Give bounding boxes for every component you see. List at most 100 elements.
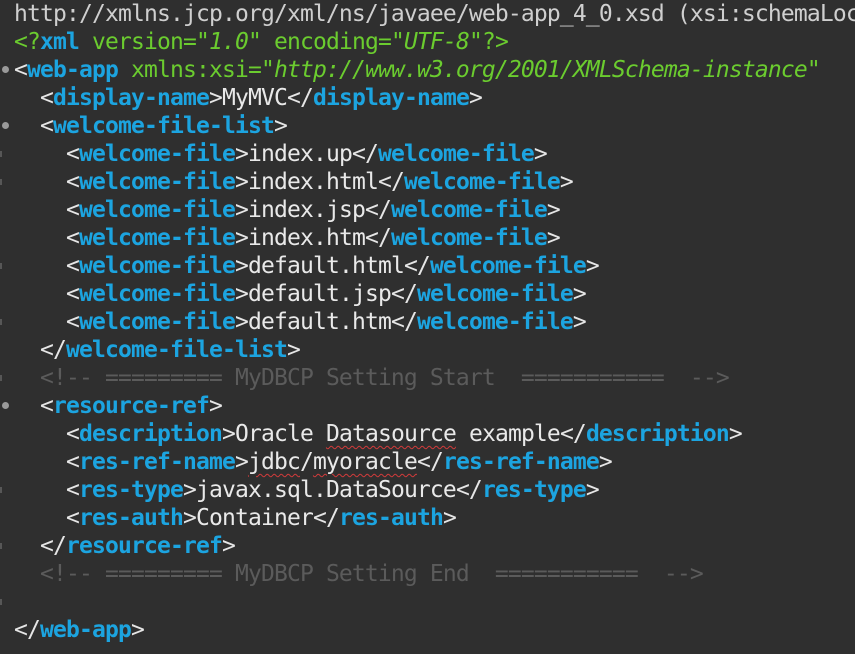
tag-bracket: > <box>533 141 548 167</box>
element-text: Container <box>195 505 314 531</box>
tag-bracket: > <box>182 505 197 531</box>
code-line[interactable]: <welcome-file>index.up</welcome-file> <box>14 140 548 168</box>
closing-tag-name: welcome-file-list <box>66 337 288 363</box>
code-line[interactable]: <welcome-file>default.jsp</welcome-file> <box>14 280 587 308</box>
tag-name: res-auth <box>79 505 184 531</box>
xml-decl-name: xml <box>40 29 80 55</box>
tag-bracket: > <box>234 309 249 335</box>
closing-tag-name: welcome-file <box>377 141 535 167</box>
code-line[interactable]: </resource-ref> <box>14 532 236 560</box>
tag-bracket: > <box>559 169 574 195</box>
element-text: index.html <box>247 169 379 195</box>
tag-bracket: < <box>66 253 80 279</box>
tag-bracket: </ <box>40 337 67 363</box>
code-line[interactable]: <web-app xmlns:xsi="http://www.w3.org/20… <box>14 56 821 84</box>
tag-bracket: </ <box>312 505 340 531</box>
tag-bracket: </ <box>286 85 314 111</box>
tag-bracket: > <box>234 225 249 251</box>
gutter-marker-icon <box>0 375 2 381</box>
code-line[interactable]: <?xml version="1.0" encoding="UTF-8"?> <box>14 28 509 56</box>
gutter-marker-icon <box>0 151 2 157</box>
element-text: index.htm <box>247 225 366 251</box>
tag-name: res-type <box>79 477 184 503</box>
code-line[interactable]: <welcome-file>default.htm</welcome-file> <box>14 308 587 336</box>
tag-bracket: > <box>221 421 236 447</box>
tag-bracket: </ <box>416 449 444 475</box>
closing-tag-name: welcome-file <box>403 169 561 195</box>
tag-bracket: </ <box>403 253 431 279</box>
code-line[interactable]: <resource-ref> <box>14 392 223 420</box>
tag-bracket: </ <box>390 309 418 335</box>
closing-tag-name: res-type <box>481 477 587 503</box>
tag-bracket: > <box>286 337 301 363</box>
gutter-marker-icon <box>0 599 2 605</box>
code-line[interactable]: <welcome-file>default.html</welcome-file… <box>14 252 600 280</box>
code-line[interactable]: <welcome-file-list> <box>14 112 288 140</box>
closing-tag-name: res-auth <box>338 505 444 531</box>
code-line[interactable]: <welcome-file>index.jsp</welcome-file> <box>14 196 561 224</box>
fold-toggle-icon[interactable] <box>2 122 9 129</box>
code-line[interactable]: <welcome-file>index.html</welcome-file> <box>14 168 574 196</box>
attribute-value: "UTF-8" <box>390 29 483 55</box>
code-line[interactable]: </welcome-file-list> <box>14 336 301 364</box>
closing-tag-name: display-name <box>312 85 470 111</box>
element-text: index.up <box>247 141 353 167</box>
code-line[interactable]: http://xmlns.jcp.org/xml/ns/javaee/web-a… <box>14 0 855 28</box>
tag-bracket: > <box>585 477 600 503</box>
tag-name: welcome-file-list <box>53 113 275 139</box>
tag-bracket: < <box>66 225 80 251</box>
tag-name: welcome-file <box>79 281 236 307</box>
code-line[interactable]: <display-name>MyMVC</display-name> <box>14 84 483 112</box>
tag-bracket: < <box>66 477 80 503</box>
tag-bracket: < <box>14 57 28 83</box>
tag-bracket: > <box>221 533 236 559</box>
fold-toggle-icon[interactable] <box>2 402 9 409</box>
tag-bracket: > <box>234 449 249 475</box>
xml-comment: <!-- ========= MyDBCP Setting End ======… <box>40 561 704 587</box>
tag-name: resource-ref <box>53 393 210 419</box>
tag-bracket: > <box>234 281 249 307</box>
tag-bracket: </ <box>14 617 41 643</box>
code-line[interactable]: <welcome-file>index.htm</welcome-file> <box>14 224 561 252</box>
element-text: index.jsp <box>247 197 366 223</box>
xml-comment: <!-- ========= MyDBCP Setting Start ====… <box>40 365 730 391</box>
attribute-name: xmlns:xsi= <box>130 57 262 83</box>
tag-bracket: > <box>572 281 587 307</box>
tag-bracket: < <box>66 169 80 195</box>
schema-location-hint: http://xmlns.jcp.org/xml/ns/javaee/web-a… <box>14 1 855 27</box>
tag-bracket: > <box>208 393 223 419</box>
tag-bracket: < <box>66 197 80 223</box>
closing-tag-name: welcome-file <box>390 225 548 251</box>
code-editor[interactable]: http://xmlns.jcp.org/xml/ns/javaee/web-a… <box>0 0 855 654</box>
code-line[interactable]: <description>Oracle Datasource example</… <box>14 420 743 448</box>
code-line[interactable]: <res-ref-name>jdbc/myoracle</res-ref-nam… <box>14 448 613 476</box>
tag-name: welcome-file <box>79 197 236 223</box>
tag-bracket: > <box>728 421 743 447</box>
code-line[interactable]: <res-type>javax.sql.DataSource</res-type… <box>14 476 600 504</box>
tag-bracket: > <box>585 253 600 279</box>
attribute-value: "http://www.w3.org/2001/XMLSchema-instan… <box>260 57 821 83</box>
tag-bracket: > <box>572 309 587 335</box>
tag-bracket: > <box>468 85 483 111</box>
tag-name: display-name <box>53 85 210 111</box>
code-line[interactable]: <!-- ========= MyDBCP Setting Start ====… <box>14 364 730 392</box>
xml-decl-open: <? <box>14 29 41 55</box>
tag-bracket: </ <box>455 477 483 503</box>
tag-name: welcome-file <box>79 309 236 335</box>
tag-bracket: > <box>234 197 249 223</box>
code-line[interactable]: </web-app> <box>14 616 145 644</box>
tag-bracket: < <box>66 421 80 447</box>
tag-name: welcome-file <box>79 169 236 195</box>
fold-toggle-icon[interactable] <box>2 66 9 73</box>
tag-bracket: </ <box>390 281 418 307</box>
closing-tag-name: web-app <box>40 617 132 643</box>
gutter-marker-icon <box>0 179 2 185</box>
tag-bracket: > <box>234 141 249 167</box>
code-line[interactable]: <res-auth>Container</res-auth> <box>14 504 457 532</box>
element-text: javax.sql.DataSource <box>195 477 457 503</box>
tag-bracket: > <box>546 225 561 251</box>
element-text: jdbc/myoracle <box>247 449 418 475</box>
code-line[interactable]: <!-- ========= MyDBCP Setting End ======… <box>14 560 704 588</box>
tag-bracket: </ <box>559 421 587 447</box>
element-text: default.jsp <box>247 281 392 307</box>
